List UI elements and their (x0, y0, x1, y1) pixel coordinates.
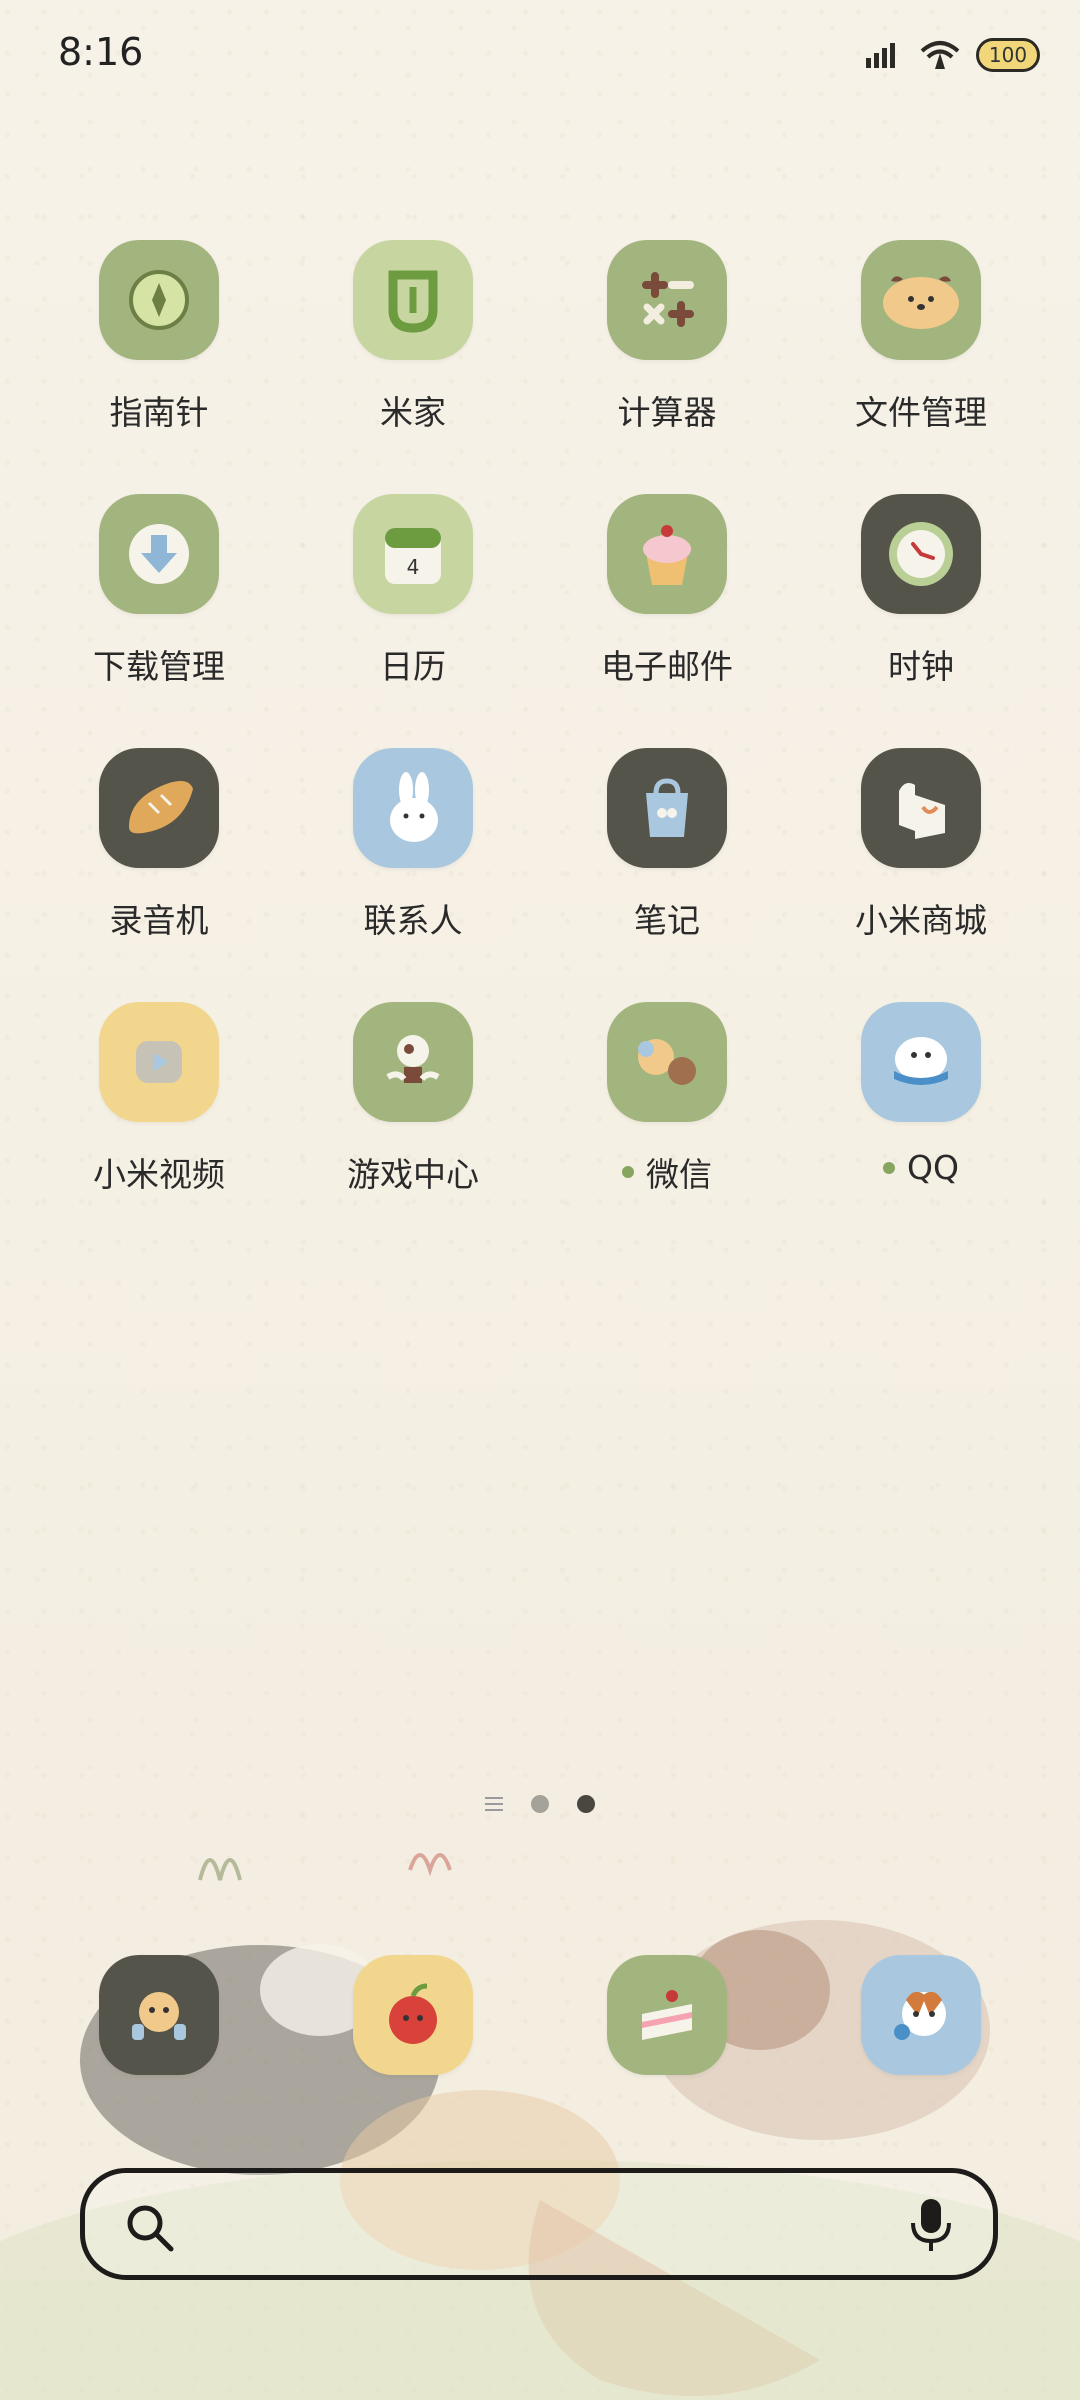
dog-phone-icon (99, 1955, 219, 2075)
app-label: 联系人 (363, 901, 463, 940)
app-label: 文件管理 (855, 393, 987, 432)
calendar-icon: 4 (353, 494, 473, 614)
battery-level: 100 (988, 43, 1028, 67)
page-dot[interactable] (531, 1795, 549, 1813)
video-play-icon (99, 1002, 219, 1122)
app-recorder[interactable]: 录音机 (32, 748, 286, 968)
rabbit-icon (353, 748, 473, 868)
app-clock[interactable]: 时钟 (794, 494, 1048, 714)
app-label: 日历 (380, 647, 446, 686)
app-label: QQ (907, 1148, 959, 1187)
battery-indicator: 100 (976, 38, 1040, 72)
app-email[interactable]: 电子邮件 (540, 494, 794, 714)
wifi-icon (920, 41, 960, 69)
dock-phone[interactable] (32, 1955, 286, 2095)
status-bar: 8:16 100 (0, 0, 1080, 110)
status-time: 8:16 (58, 30, 144, 74)
app-notes[interactable]: 笔记 (540, 748, 794, 968)
app-label: 指南针 (109, 393, 209, 432)
compass-icon (99, 240, 219, 360)
app-label: 微信 (646, 1155, 712, 1194)
bread-icon (99, 748, 219, 868)
cake-icon (607, 1955, 727, 2075)
app-calculator[interactable]: 计算器 (540, 240, 794, 460)
dock-camera[interactable] (794, 1955, 1048, 2095)
app-mijia[interactable]: 米家 (286, 240, 540, 460)
mijia-icon (353, 240, 473, 360)
search-icon[interactable] (123, 2201, 177, 2255)
app-label: 下载管理 (93, 647, 225, 686)
qq-penguin-icon (861, 1002, 981, 1122)
app-label: 小米商城 (855, 901, 987, 940)
app-label: 笔记 (634, 901, 700, 940)
app-label: 米家 (380, 393, 446, 432)
app-download-manager[interactable]: 下载管理 (32, 494, 286, 714)
page-indicator[interactable] (0, 1795, 1080, 1813)
calendar-day: 4 (407, 555, 420, 579)
microphone-icon[interactable] (907, 2195, 955, 2257)
app-wechat[interactable]: 微信 (540, 1002, 794, 1222)
app-label: 小米视频 (93, 1155, 225, 1194)
app-label: 计算器 (617, 393, 717, 432)
page-dot-active[interactable] (577, 1795, 595, 1813)
app-label: 录音机 (109, 901, 209, 940)
folder-dog-icon (861, 240, 981, 360)
app-mi-video[interactable]: 小米视频 (32, 1002, 286, 1222)
apple-icon (353, 1955, 473, 2075)
search-bar[interactable] (80, 2168, 998, 2280)
app-mi-store[interactable]: 小米商城 (794, 748, 1048, 968)
game-controller-icon (353, 1002, 473, 1122)
signal-icon (866, 43, 895, 68)
app-label: 电子邮件 (601, 647, 733, 686)
calculator-icon (607, 240, 727, 360)
app-qq[interactable]: QQ (794, 1002, 1048, 1222)
page-list-icon[interactable] (485, 1797, 503, 1811)
app-label: 游戏中心 (347, 1155, 479, 1194)
new-indicator-dot (883, 1161, 896, 1174)
note-bag-icon (607, 748, 727, 868)
app-compass[interactable]: 指南针 (32, 240, 286, 460)
shopping-bag-icon (861, 748, 981, 868)
app-contacts[interactable]: 联系人 (286, 748, 540, 968)
download-icon (99, 494, 219, 614)
app-file-manager[interactable]: 文件管理 (794, 240, 1048, 460)
dock-browser[interactable] (540, 1955, 794, 2095)
new-indicator-dot (622, 1166, 634, 1178)
wechat-bears-icon (607, 1002, 727, 1122)
corgi-icon (861, 1955, 981, 2075)
app-game-center[interactable]: 游戏中心 (286, 1002, 540, 1222)
clock-icon (861, 494, 981, 614)
status-icons: 100 (864, 38, 1040, 72)
app-calendar[interactable]: 4 日历 (286, 494, 540, 714)
dock-messages[interactable] (286, 1955, 540, 2095)
cupcake-icon (607, 494, 727, 614)
app-label: 时钟 (888, 647, 954, 686)
